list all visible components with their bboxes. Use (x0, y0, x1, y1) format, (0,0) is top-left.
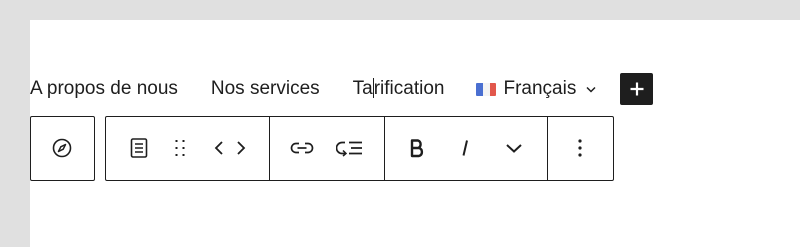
toolbar-separator (547, 117, 548, 180)
editor-frame-top (0, 0, 800, 20)
nav-item-pricing-part2: rification (373, 78, 445, 99)
toolbar-separator (384, 117, 385, 180)
editor-frame-left (0, 0, 30, 247)
more-formatting-button[interactable] (498, 132, 530, 164)
toolbar-group-parent (30, 116, 95, 181)
drag-handle-icon (172, 137, 188, 159)
italic-button[interactable] (449, 132, 481, 164)
toolbar-separator (269, 117, 270, 180)
drag-handle-button[interactable] (164, 132, 196, 164)
submenu-icon (336, 139, 364, 157)
language-label: Français (503, 78, 577, 99)
italic-icon (458, 138, 472, 158)
compass-icon (51, 137, 73, 159)
add-submenu-button[interactable] (334, 132, 366, 164)
link-button[interactable] (286, 132, 318, 164)
options-button[interactable] (564, 132, 596, 164)
french-flag-icon (476, 82, 497, 96)
chevron-down-icon (505, 142, 523, 154)
plus-icon (629, 81, 645, 97)
bold-button[interactable] (401, 132, 433, 164)
move-button[interactable] (210, 132, 250, 164)
nav-item-about[interactable]: A propos de nous (30, 74, 178, 104)
nav-item-pricing[interactable]: Tarification (352, 74, 445, 104)
nav-item-services[interactable]: Nos services (211, 74, 320, 104)
add-block-button[interactable] (620, 73, 654, 105)
link-icon (289, 140, 315, 156)
page-list-icon (129, 137, 149, 159)
select-parent-button[interactable] (46, 132, 78, 164)
chevron-down-icon (586, 84, 596, 94)
block-type-button[interactable] (123, 132, 155, 164)
more-options-icon (577, 137, 583, 159)
toolbar-main (105, 116, 614, 181)
nav-item-pricing-part1: Ta (352, 78, 373, 99)
navigation-block: A propos de nous Nos services Tarificati… (30, 73, 654, 105)
bold-icon (408, 138, 426, 158)
language-switcher[interactable]: Français (476, 78, 596, 100)
move-arrows-icon (213, 138, 247, 158)
